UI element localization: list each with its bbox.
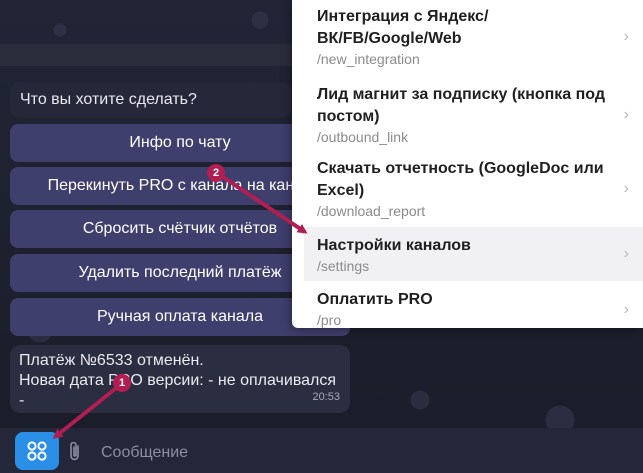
callout-badge-2: 2 xyxy=(207,164,225,182)
arrow-to-menu-button xyxy=(52,383,122,439)
callout-badge-1: 1 xyxy=(113,374,131,392)
arrow-to-settings xyxy=(218,173,308,234)
annotation-arrows xyxy=(52,173,308,439)
